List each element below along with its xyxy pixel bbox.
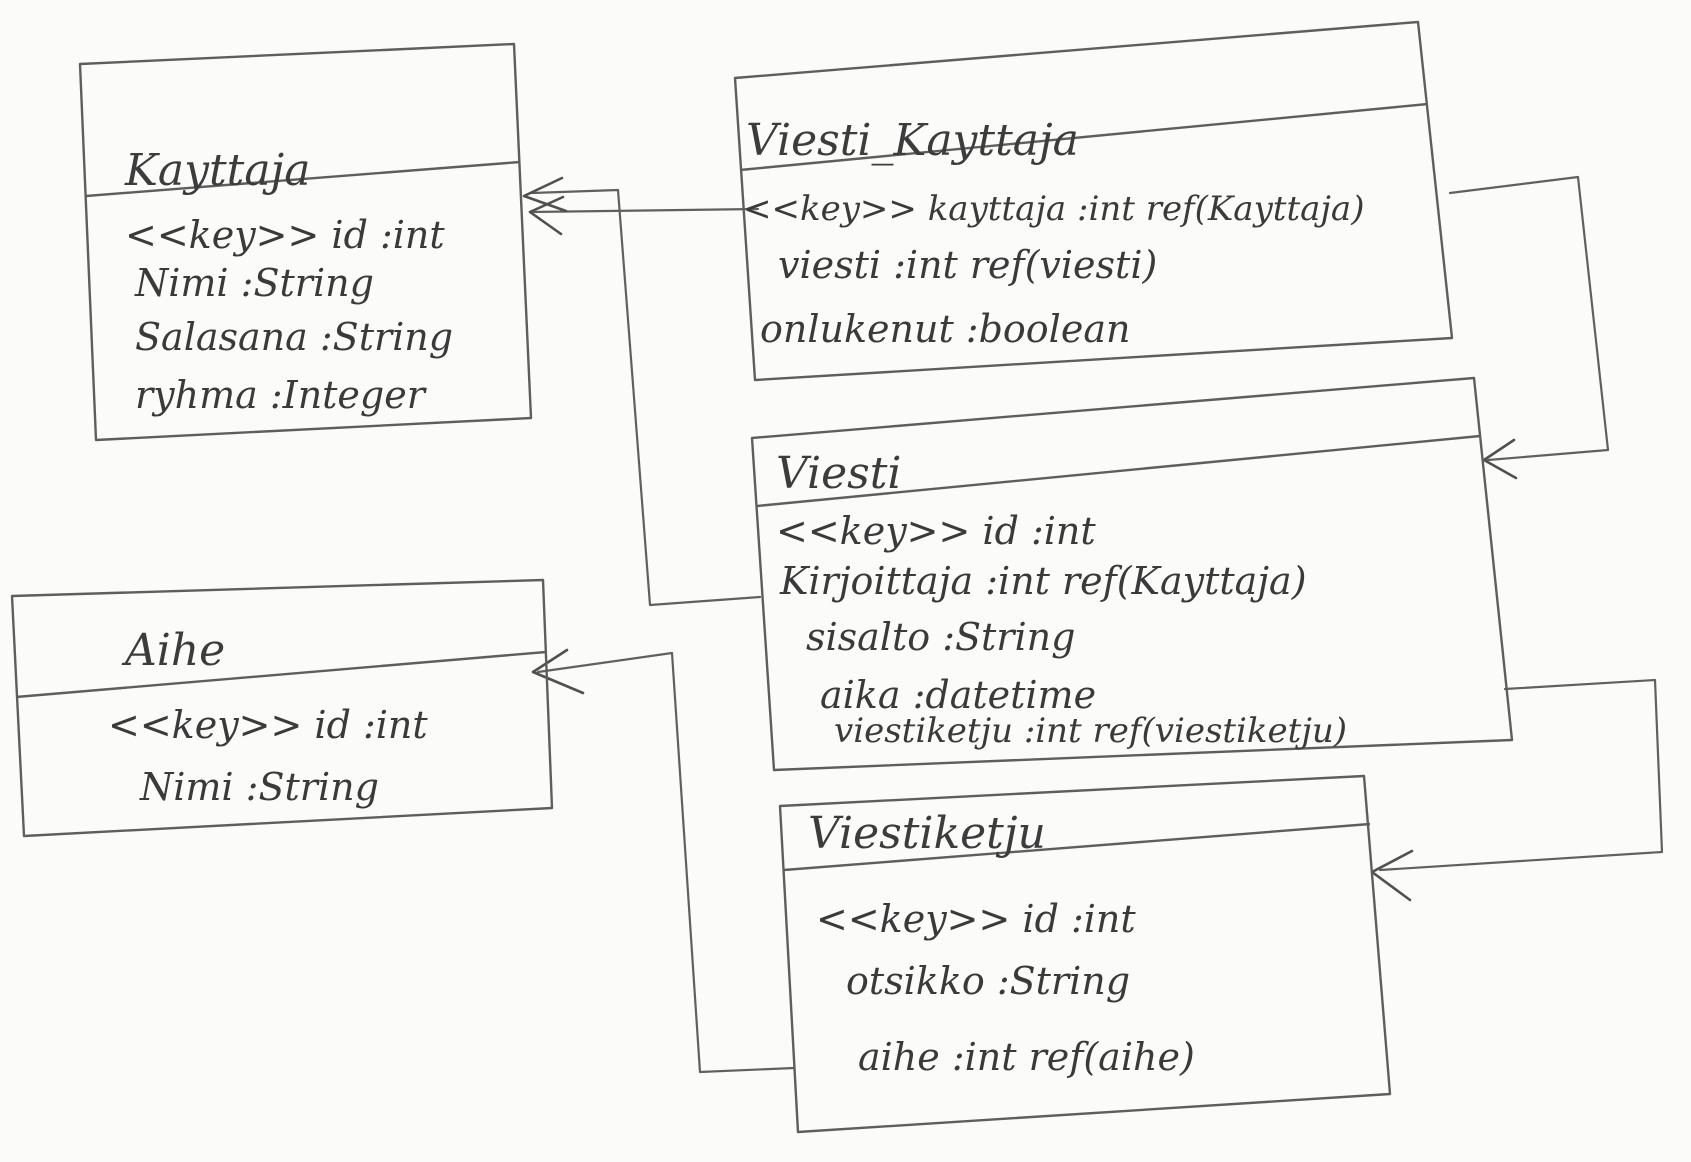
class-viestiketju-attr: <<key>> id :int (816, 897, 1136, 941)
class-kayttaja: Kayttaja <<key>> id :int Nimi :String Sa… (78, 42, 533, 442)
class-kayttaja-attr: Nimi :String (134, 261, 374, 305)
arrowhead-to-viestiketju (1370, 849, 1414, 902)
class-kayttaja-title: Kayttaja (124, 145, 310, 196)
class-viesti-kayttaja-title: Viesti_Kayttaja (746, 115, 1079, 166)
class-viesti-title: Viesti (776, 448, 901, 499)
class-aihe-attr: Nimi :String (139, 765, 379, 809)
class-aihe-title: Aihe (121, 625, 225, 676)
class-viesti: Viesti <<key>> id :int Kirjoittaja :int … (750, 376, 1514, 772)
class-viesti-attr: Kirjoittaja :int ref(Kayttaja) (779, 559, 1307, 603)
class-viesti-kayttaja-attr: <<key>> kayttaja :int ref(Kayttaja) (743, 189, 1364, 229)
uml-class-diagram: Kayttaja <<key>> id :int Nimi :String Sa… (10, 20, 1664, 1134)
class-viestiketju-attr: otsikko :String (846, 959, 1130, 1003)
relation-viesti-to-kayttaja (530, 188, 762, 607)
class-viesti-kayttaja: Viesti_Kayttaja <<key>> kayttaja :int re… (733, 20, 1454, 382)
class-viestiketju: Viestiketju <<key>> id :int otsikko :Str… (778, 774, 1392, 1134)
class-viesti-kayttaja-attr: onlukenut :boolean (760, 307, 1130, 351)
class-aihe-attr: <<key>> id :int (108, 703, 428, 747)
class-viesti-attr: sisalto :String (806, 615, 1075, 659)
class-kayttaja-attr: <<key>> id :int (125, 213, 445, 257)
class-viestiketju-attr: aihe :int ref(aihe) (858, 1035, 1195, 1079)
relation-viesti-kayttaja-to-viesti (1448, 175, 1610, 462)
class-viestiketju-title: Viestiketju (808, 808, 1046, 859)
relation-viesti-to-viestiketju (1378, 678, 1664, 872)
class-kayttaja-attr: Salasana :String (135, 315, 453, 359)
arrowhead-to-kayttaja-lower (528, 195, 565, 236)
class-aihe: Aihe <<key>> id :int Nimi :String (10, 578, 554, 838)
relation-viestiketju-to-aihe (536, 651, 796, 1074)
class-kayttaja-attr: ryhma :Integer (135, 373, 428, 417)
class-aihe-divider (15, 650, 547, 699)
class-viesti-attr: <<key>> id :int (776, 509, 1096, 553)
class-viesti-kayttaja-attr: viesti :int ref(viesti) (778, 243, 1157, 287)
class-viesti-attr: viestiketju :int ref(viestiketju) (834, 711, 1347, 751)
